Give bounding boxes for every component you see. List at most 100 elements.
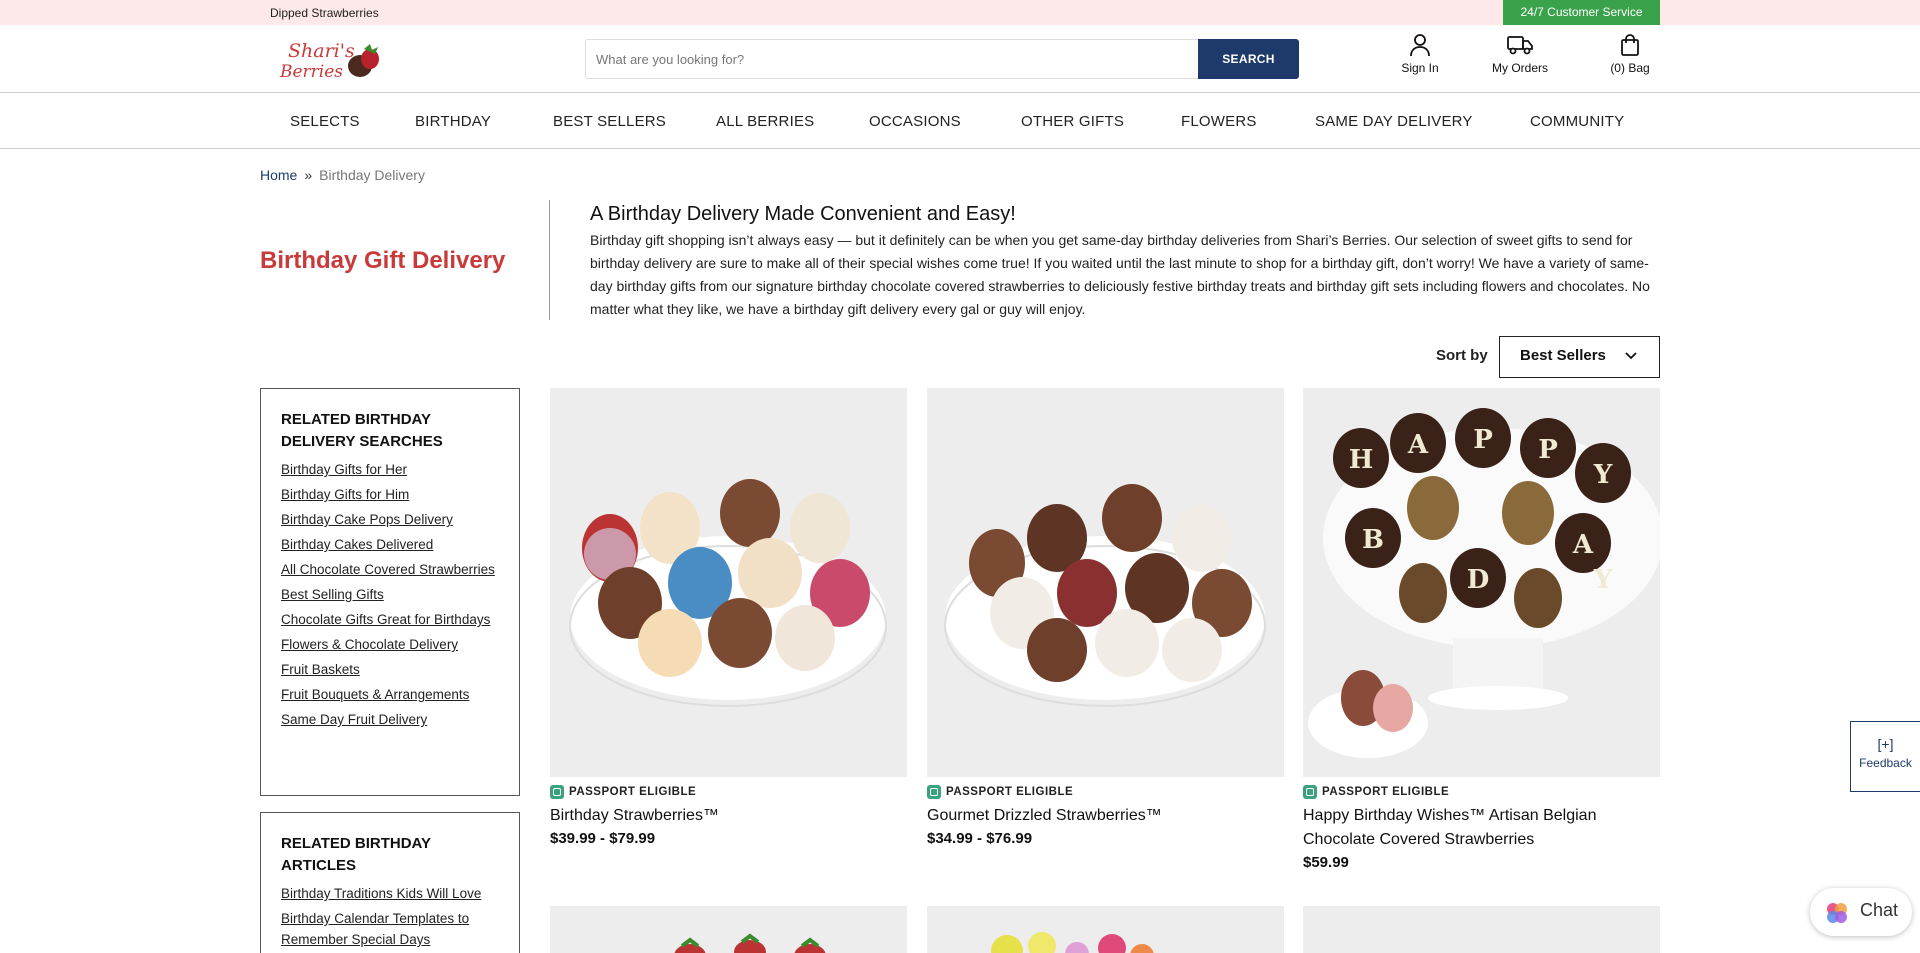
sort-label: Sort by bbox=[1436, 347, 1488, 364]
strawberry-platter-image bbox=[569, 479, 887, 707]
strawberry-letter: H bbox=[1349, 445, 1374, 475]
sort-dropdown[interactable]: Best Sellers bbox=[1499, 336, 1660, 378]
truck-icon bbox=[1507, 36, 1533, 55]
promo-link[interactable]: Dipped Strawberries bbox=[270, 6, 379, 20]
passport-label: PASSPORT ELIGIBLE bbox=[569, 786, 697, 798]
related-search-link[interactable]: Flowers & Chocolate Delivery bbox=[281, 634, 499, 655]
sign-in-link[interactable]: Sign In bbox=[1388, 33, 1452, 75]
product-image-partial bbox=[674, 933, 826, 953]
svg-text:Shari's: Shari's bbox=[288, 40, 355, 62]
strawberry-letter: Y bbox=[1593, 460, 1613, 490]
bag-label: (0) Bag bbox=[1610, 61, 1650, 75]
breadcrumb: Home » Birthday Delivery bbox=[260, 167, 425, 183]
nav-item-birthday[interactable]: BIRTHDAY bbox=[415, 113, 491, 130]
main-nav: SELECTS BIRTHDAY BEST SELLERS ALL BERRIE… bbox=[0, 94, 1920, 149]
product-image[interactable] bbox=[550, 388, 907, 777]
chat-icon bbox=[1827, 903, 1847, 923]
product-image[interactable] bbox=[1303, 906, 1660, 953]
related-articles-title: RELATED BIRTHDAY ARTICLES bbox=[281, 835, 431, 874]
product-name[interactable]: Gourmet Drizzled Strawberries™ bbox=[927, 804, 1284, 828]
my-orders-label: My Orders bbox=[1491, 61, 1548, 75]
passport-badge: PASSPORT ELIGIBLE bbox=[550, 785, 907, 799]
breadcrumb-current: Birthday Delivery bbox=[319, 167, 425, 183]
strawberry-letter: P bbox=[1538, 435, 1558, 465]
nav-item-occasions[interactable]: OCCASIONS bbox=[869, 113, 961, 130]
strawberry-letter: Y bbox=[1593, 565, 1613, 595]
my-orders-link[interactable]: My Orders bbox=[1488, 33, 1552, 75]
chevron-down-icon bbox=[1625, 352, 1637, 360]
chat-button[interactable]: Chat bbox=[1810, 888, 1912, 936]
user-icon bbox=[1410, 34, 1430, 57]
bag-link[interactable]: (0) Bag bbox=[1598, 33, 1662, 75]
happy-birthday-strawberries-image: H A P P Y B D A Y bbox=[1308, 408, 1660, 758]
sort-value: Best Sellers bbox=[1520, 347, 1606, 364]
related-article-link[interactable]: Birthday Traditions Kids Will Love bbox=[281, 883, 499, 904]
brand-logo[interactable]: Shari's Berries bbox=[278, 37, 382, 81]
related-search-link[interactable]: Best Selling Gifts bbox=[281, 584, 499, 605]
product-image[interactable] bbox=[550, 906, 907, 953]
sign-in-label: Sign In bbox=[1401, 61, 1439, 75]
promo-bar: Dipped Strawberries 24/7 Customer Servic… bbox=[0, 0, 1920, 25]
product-price: $59.99 bbox=[1303, 854, 1349, 871]
nav-item-same-day-delivery[interactable]: SAME DAY DELIVERY bbox=[1315, 113, 1473, 130]
page-title: Birthday Gift Delivery bbox=[260, 247, 506, 274]
search-button[interactable]: SEARCH bbox=[1198, 39, 1299, 79]
related-search-link[interactable]: Birthday Gifts for Him bbox=[281, 484, 499, 505]
search-bar: SEARCH bbox=[585, 39, 1299, 79]
product-name[interactable]: Birthday Strawberries™ bbox=[550, 804, 907, 828]
product-image[interactable]: H A P P Y B D A Y bbox=[1303, 388, 1660, 777]
svg-text:Berries: Berries bbox=[279, 62, 343, 81]
related-searches-title: RELATED BIRTHDAY DELIVERY SEARCHES bbox=[281, 411, 443, 450]
customer-service-link[interactable]: 24/7 Customer Service bbox=[1503, 0, 1660, 25]
product-price: $39.99 - $79.99 bbox=[550, 830, 656, 847]
related-search-link[interactable]: Birthday Gifts for Her bbox=[281, 459, 499, 480]
strawberry-letter: A bbox=[1572, 530, 1594, 560]
related-search-link[interactable]: All Chocolate Covered Strawberries bbox=[281, 559, 499, 580]
feedback-icon: [+] bbox=[1877, 736, 1894, 752]
product-price: $34.99 - $76.99 bbox=[927, 830, 1033, 847]
nav-item-community[interactable]: COMMUNITY bbox=[1530, 113, 1624, 130]
passport-badge: PASSPORT ELIGIBLE bbox=[1303, 785, 1660, 799]
passport-label: PASSPORT ELIGIBLE bbox=[946, 786, 1074, 798]
nav-item-all-berries[interactable]: ALL BERRIES bbox=[716, 113, 814, 130]
nav-item-other-gifts[interactable]: OTHER GIFTS bbox=[1021, 113, 1124, 130]
related-search-link[interactable]: Fruit Baskets bbox=[281, 659, 499, 680]
related-search-link[interactable]: Birthday Cakes Delivered bbox=[281, 534, 499, 555]
product-name[interactable]: Happy Birthday Wishes™ Artisan Belgian C… bbox=[1303, 804, 1660, 852]
feedback-tab[interactable]: [+] Feedback bbox=[1850, 721, 1920, 792]
product-card[interactable]: H A P P Y B D A Y PASSPORT ELIGIBLE Happ… bbox=[1303, 388, 1660, 871]
related-search-link[interactable]: Same Day Fruit Delivery bbox=[281, 709, 499, 730]
search-input[interactable] bbox=[585, 39, 1199, 79]
nav-item-selects[interactable]: SELECTS bbox=[290, 113, 360, 130]
passport-icon bbox=[1303, 785, 1317, 799]
passport-label: PASSPORT ELIGIBLE bbox=[1322, 786, 1450, 798]
site-header: Shari's Berries SEARCH Sign In My Orders… bbox=[0, 25, 1920, 93]
product-card[interactable]: PASSPORT ELIGIBLE Birthday Strawberries™… bbox=[550, 388, 907, 847]
feedback-label: Feedback bbox=[1859, 756, 1912, 770]
nav-item-best-sellers[interactable]: BEST SELLERS bbox=[553, 113, 666, 130]
breadcrumb-separator: » bbox=[304, 167, 313, 183]
nav-item-flowers[interactable]: FLOWERS bbox=[1181, 113, 1257, 130]
passport-icon bbox=[927, 785, 941, 799]
related-article-link[interactable]: Birthday Calendar Templates to Remember … bbox=[281, 908, 499, 950]
passport-badge: PASSPORT ELIGIBLE bbox=[927, 785, 1284, 799]
strawberry-letter: D bbox=[1467, 565, 1490, 595]
product-card[interactable]: PASSPORT ELIGIBLE Gourmet Drizzled Straw… bbox=[927, 388, 1284, 847]
breadcrumb-home[interactable]: Home bbox=[260, 167, 297, 183]
related-articles-box: RELATED BIRTHDAY ARTICLES Birthday Tradi… bbox=[260, 812, 520, 953]
chat-label: Chat bbox=[1860, 900, 1899, 920]
related-search-link[interactable]: Birthday Cake Pops Delivery bbox=[281, 509, 499, 530]
product-image[interactable] bbox=[927, 906, 1284, 953]
strawberry-letter: A bbox=[1407, 430, 1429, 460]
product-image[interactable] bbox=[927, 388, 1284, 777]
drizzled-strawberries-image bbox=[944, 484, 1266, 707]
intro-heading: A Birthday Delivery Made Convenient and … bbox=[590, 203, 1016, 225]
strawberry-letter: P bbox=[1473, 425, 1493, 455]
shopping-bag-icon bbox=[1621, 34, 1639, 56]
related-search-link[interactable]: Chocolate Gifts Great for Birthdays bbox=[281, 609, 499, 630]
related-search-link[interactable]: Fruit Bouquets & Arrangements bbox=[281, 684, 499, 705]
divider bbox=[549, 200, 550, 320]
strawberry-letter: B bbox=[1362, 525, 1384, 555]
intro-text: Birthday gift shopping isn’t always easy… bbox=[590, 232, 1650, 317]
related-searches-box: RELATED BIRTHDAY DELIVERY SEARCHES Birth… bbox=[260, 388, 520, 796]
